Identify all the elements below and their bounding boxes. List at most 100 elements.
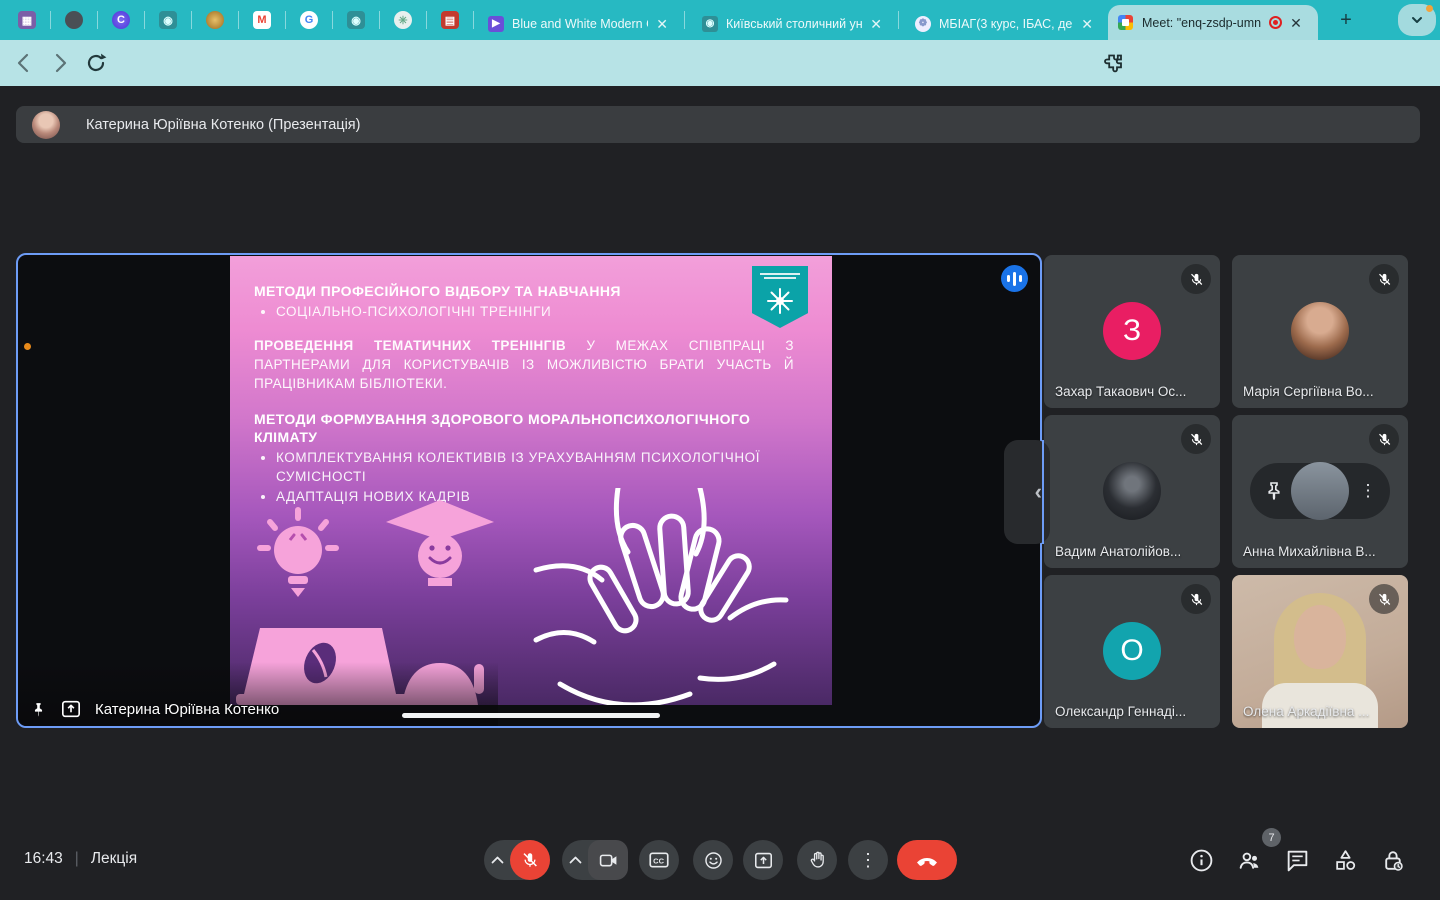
mic-options-chevron[interactable] <box>484 856 510 864</box>
tab-strip: ▦ C ◉ M G ◉ ✳ ▤ ▶ Blue and White Modern … <box>0 0 1440 40</box>
tile-more-icon[interactable]: ⋮ <box>1356 479 1380 503</box>
presenter-name-chip: Катерина Юріївна Котенко <box>30 700 279 718</box>
reactions-button[interactable] <box>693 840 733 880</box>
tab-mbiag[interactable]: ❁ МБІАГ(3 курс, ІБАС, ден ✕ <box>905 7 1103 40</box>
filmstrip-collapse-handle[interactable]: ‹ <box>1004 440 1050 544</box>
slide-heading-3: МЕТОДИ ФОРМУВАННЯ ЗДОРОВОГО МОРАЛЬНОПСИХ… <box>254 410 806 446</box>
tab-close-icon[interactable]: ✕ <box>656 17 668 31</box>
smiley-icon <box>704 851 723 870</box>
info-button[interactable] <box>1189 848 1214 873</box>
ornament-favicon: ❁ <box>915 16 931 32</box>
participant-name: Олена Аркадіївна ... <box>1243 704 1398 719</box>
shield-emblem-icon <box>765 286 795 316</box>
activities-button[interactable] <box>1333 848 1358 873</box>
tab-meet-active[interactable]: Meet: "enq-zsdp-umn ✕ <box>1108 5 1318 40</box>
camera-icon <box>599 853 618 868</box>
pinned-tab-globe-icon[interactable] <box>65 11 83 29</box>
annotation-dot <box>24 343 31 350</box>
tab-close-icon[interactable]: ✕ <box>1290 16 1302 30</box>
camera-control-group <box>562 840 628 880</box>
shared-slide: МЕТОДИ ПРОФЕСІЙНОГО ВІДБОРУ ТА НАВЧАННЯ … <box>230 256 832 705</box>
hand-icon <box>808 850 827 870</box>
presenter-avatar <box>32 111 60 139</box>
browser-window: ▦ C ◉ M G ◉ ✳ ▤ ▶ Blue and White Modern … <box>0 0 1440 900</box>
reload-icon[interactable] <box>84 51 108 75</box>
people-button[interactable] <box>1237 848 1262 873</box>
open-in-window-icon[interactable] <box>61 700 81 718</box>
presentation-tile[interactable]: МЕТОДИ ПРОФЕСІЙНОГО ВІДБОРУ ТА НАВЧАННЯ … <box>16 253 1042 728</box>
svg-text:CC: CC <box>653 856 664 865</box>
pin-icon[interactable] <box>30 701 47 718</box>
letter-avatar: З <box>1103 302 1161 360</box>
slide-bullet-3a: КОМПЛЕКТУВАННЯ КОЛЕКТИВІВ ІЗ УРАХУВАННЯМ… <box>276 449 806 485</box>
meeting-panels <box>1189 848 1406 873</box>
mic-off-icon <box>1369 584 1399 614</box>
chat-button[interactable] <box>1285 848 1310 873</box>
slide-progress-bar[interactable] <box>402 713 660 718</box>
tab-title: Київський столичний ун <box>726 17 862 31</box>
participant-tile[interactable]: Вадим Анатолійов... <box>1044 415 1220 568</box>
camera-options-chevron[interactable] <box>562 856 588 864</box>
present-screen-button[interactable] <box>743 840 783 880</box>
mic-mute-button[interactable] <box>510 840 550 880</box>
presentation-favicon: ▶ <box>488 16 504 32</box>
mic-off-icon <box>1181 264 1211 294</box>
leave-call-button[interactable] <box>897 840 957 880</box>
participant-name: Марія Сергіївна Во... <box>1243 384 1398 399</box>
captions-button[interactable]: CC <box>639 840 679 880</box>
presenter-name-label: Катерина Юріївна Котенко <box>95 701 279 718</box>
tab-canva[interactable]: ▶ Blue and White Modern G ✕ <box>478 7 678 40</box>
pinned-tab-spiral-icon[interactable]: ✳ <box>394 11 412 29</box>
mic-off-icon <box>1369 424 1399 454</box>
pinned-tab-book-icon[interactable]: ▤ <box>441 11 459 29</box>
chevron-down-icon <box>1410 13 1424 27</box>
participant-tile[interactable]: Марія Сергіївна Во... <box>1232 255 1408 408</box>
photo-avatar <box>1103 462 1161 520</box>
pinned-tab-google-icon[interactable]: G <box>300 11 318 29</box>
pinned-tab-c-icon[interactable]: C <box>112 11 130 29</box>
browser-toolbar: meet.google.com/enq-zsdp-umn Перезапусти… <box>0 40 1440 86</box>
host-controls-button[interactable] <box>1381 848 1406 873</box>
participant-name: Анна Михайлівна В... <box>1243 544 1398 559</box>
participant-name: Захар Такаович Ос... <box>1055 384 1210 399</box>
mic-off-icon <box>1181 424 1211 454</box>
participant-tile[interactable]: ⋮ Анна Михайлівна В... <box>1232 415 1408 568</box>
tab-title: Meet: "enq-zsdp-umn <box>1142 16 1261 30</box>
slide-bullet-1: СОЦІАЛЬНО-ПСИХОЛОГІЧНІ ТРЕНІНГИ <box>276 303 806 321</box>
pinned-tab-emblem-icon[interactable] <box>206 11 224 29</box>
photo-avatar <box>1291 462 1349 520</box>
university-favicon: ◉ <box>702 16 718 32</box>
camera-toggle-button[interactable] <box>588 840 628 880</box>
pinned-tab-clapper-icon[interactable]: ▦ <box>18 11 36 29</box>
present-icon <box>754 852 773 869</box>
letter-avatar: О <box>1103 622 1161 680</box>
raise-hand-button[interactable] <box>797 840 837 880</box>
participant-tile[interactable]: З Захар Такаович Ос... <box>1044 255 1220 408</box>
participant-tile-video[interactable]: Олена Аркадіївна ... <box>1232 575 1408 728</box>
tab-title: МБІАГ(3 курс, ІБАС, ден <box>939 17 1073 31</box>
back-icon[interactable] <box>12 51 36 75</box>
meeting-info: 16:43 | Лекція <box>24 850 137 868</box>
tab-close-icon[interactable]: ✕ <box>870 17 882 31</box>
tab-search-button[interactable] <box>1398 4 1436 36</box>
more-vertical-icon: ⋮ <box>859 850 877 871</box>
pinned-tab-doc-icon[interactable]: ◉ <box>159 11 177 29</box>
participant-tile[interactable]: О Олександр Геннаді... <box>1044 575 1220 728</box>
presenting-banner: Катерина Юріївна Котенко (Презентація) <box>16 106 1420 143</box>
forward-icon[interactable] <box>48 51 72 75</box>
extensions-icon[interactable] <box>1100 52 1124 76</box>
tab-university[interactable]: ◉ Київський столичний ун ✕ <box>692 7 892 40</box>
clock-time: 16:43 <box>24 850 63 868</box>
more-options-button[interactable]: ⋮ <box>848 840 888 880</box>
pin-icon[interactable] <box>1262 479 1286 503</box>
new-tab-button[interactable]: + <box>1332 6 1360 34</box>
pinned-tab-gmail-icon[interactable]: M <box>253 11 271 29</box>
pinned-tabs: ▦ C ◉ M G ◉ ✳ ▤ <box>4 0 474 40</box>
mic-off-icon <box>1181 584 1211 614</box>
participant-count-badge: 7 <box>1262 828 1281 847</box>
tab-close-icon[interactable]: ✕ <box>1081 17 1093 31</box>
captions-icon: CC <box>649 852 669 868</box>
presenting-banner-text: Катерина Юріївна Котенко (Презентація) <box>86 117 360 133</box>
pinned-tab-doc2-icon[interactable]: ◉ <box>347 11 365 29</box>
participant-name: Вадим Анатолійов... <box>1055 544 1210 559</box>
